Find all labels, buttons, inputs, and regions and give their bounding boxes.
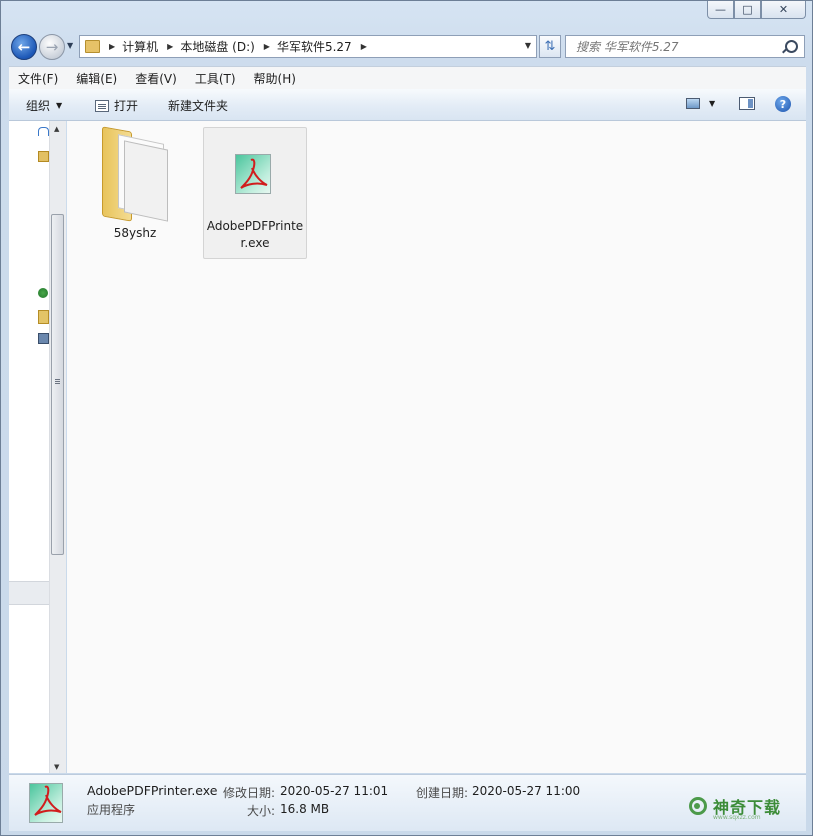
view-options-dropdown-icon[interactable]: ▼ — [709, 99, 715, 108]
file-name: 58yshz — [113, 226, 157, 240]
chevron-right-icon[interactable]: ▶ — [264, 42, 270, 51]
open-label: 打开 — [114, 99, 139, 113]
file-name: AdobePDFPrinter.exe — [206, 219, 304, 250]
menu-edit[interactable]: 编辑(E) — [67, 70, 126, 87]
file-item-exe[interactable]: AdobePDFPrinter.exe — [203, 127, 307, 259]
scroll-down-icon[interactable]: ▼ — [54, 763, 59, 771]
forward-button[interactable]: → — [39, 34, 65, 60]
open-icon — [95, 99, 109, 112]
organize-button[interactable]: 组织 ▼ — [26, 97, 62, 114]
breadcrumb-drive-d[interactable]: 本地磁盘 (D:) — [180, 38, 254, 55]
explorer-window: — □ ✕ ← → ▼ ▶ 计算机 ▶ 本地磁盘 (D:) ▶ 华军软件5.27… — [0, 0, 813, 836]
chevron-right-icon[interactable]: ▶ — [361, 42, 367, 51]
folder-icon[interactable] — [38, 310, 49, 324]
menu-file[interactable]: 文件(F) — [9, 70, 67, 87]
change-view-icon[interactable] — [686, 98, 700, 109]
file-list: 58yshz AdobePDFPrinter.exe — [67, 121, 806, 773]
help-icon[interactable]: ? — [775, 96, 791, 112]
menu-tools[interactable]: 工具(T) — [186, 70, 245, 87]
minimize-icon: — — [715, 3, 726, 16]
address-history-dropdown-icon[interactable]: ▼ — [525, 41, 531, 50]
search-box[interactable] — [565, 35, 805, 58]
network-icon[interactable] — [38, 288, 48, 298]
scroll-up-icon[interactable]: ▲ — [54, 125, 59, 133]
search-input[interactable] — [574, 39, 778, 55]
selected-file-name: AdobePDFPrinter.exe — [87, 783, 218, 798]
new-folder-button[interactable]: 新建文件夹 — [168, 97, 228, 114]
folder-icon — [100, 126, 170, 223]
preview-pane-icon[interactable] — [739, 97, 755, 110]
computer-icon[interactable] — [38, 333, 49, 344]
minimize-button[interactable]: — — [707, 1, 734, 19]
nav-pane-hover-row — [9, 581, 49, 605]
address-bar[interactable]: ▶ 计算机 ▶ 本地磁盘 (D:) ▶ 华军软件5.27 ▶ ▼ — [79, 35, 537, 58]
chevron-right-icon[interactable]: ▶ — [167, 42, 173, 51]
created-date-label: 创建日期: — [416, 786, 469, 800]
navigation-pane — [9, 121, 49, 773]
command-bar: 组织 ▼ 打开 新建文件夹 ▼ ? — [9, 89, 806, 121]
watermark-url: www.sqxzz.com — [713, 814, 761, 821]
maximize-button[interactable]: □ — [734, 1, 761, 19]
file-item-folder[interactable]: 58yshz — [91, 126, 179, 242]
recent-pages-dropdown-icon[interactable]: ▼ — [67, 41, 73, 50]
created-date-value: 2020-05-27 11:00 — [472, 784, 581, 798]
maximize-icon: □ — [742, 3, 753, 16]
vertical-scrollbar[interactable]: ▲ ▼ — [49, 121, 66, 773]
breadcrumb: ▶ 计算机 ▶ 本地磁盘 (D:) ▶ 华军软件5.27 ▶ — [100, 38, 374, 55]
close-button[interactable]: ✕ — [761, 1, 806, 19]
selected-file-type: 应用程序 — [87, 803, 136, 817]
breadcrumb-computer[interactable]: 计算机 — [122, 38, 158, 55]
open-button[interactable]: 打开 — [95, 97, 138, 114]
menu-help[interactable]: 帮助(H) — [245, 70, 305, 87]
adobe-pdf-icon — [27, 781, 67, 825]
back-arrow-icon: ← — [17, 38, 31, 56]
size-label: 大小: — [247, 804, 276, 818]
back-button[interactable]: ← — [11, 34, 37, 60]
details-pane: AdobePDFPrinter.exe 应用程序 修改日期: 2020-05-2… — [9, 774, 806, 831]
close-icon: ✕ — [778, 3, 789, 16]
forward-arrow-icon: → — [45, 38, 59, 56]
menu-bar: 文件(F) 编辑(E) 查看(V) 工具(T) 帮助(H) — [9, 66, 806, 89]
watermark-icon — [689, 797, 707, 815]
adobe-pdf-icon — [231, 152, 279, 200]
refresh-button[interactable]: ⇅ — [539, 35, 561, 58]
modified-date-label: 修改日期: — [223, 786, 276, 800]
chevron-down-icon: ▼ — [56, 101, 63, 110]
caption-buttons: — □ ✕ — [707, 1, 806, 19]
refresh-icon: ⇅ — [544, 39, 556, 54]
folder-icon — [85, 40, 100, 53]
search-icon[interactable] — [785, 40, 798, 53]
new-folder-label: 新建文件夹 — [168, 99, 229, 113]
breadcrumb-current-folder[interactable]: 华军软件5.27 — [277, 38, 352, 55]
homegroup-icon[interactable] — [38, 127, 49, 136]
menu-view[interactable]: 查看(V) — [126, 70, 186, 87]
navigation-bar: ← → ▼ ▶ 计算机 ▶ 本地磁盘 (D:) ▶ 华军软件5.27 ▶ ▼ ⇅ — [9, 32, 806, 62]
size-value: 16.8 MB — [280, 802, 330, 816]
chevron-right-icon[interactable]: ▶ — [109, 42, 115, 51]
libraries-icon[interactable] — [38, 151, 49, 162]
modified-date-value: 2020-05-27 11:01 — [280, 784, 389, 798]
scroll-thumb[interactable] — [51, 214, 64, 555]
grip-icon — [55, 379, 60, 380]
organize-label: 组织 — [26, 99, 51, 113]
